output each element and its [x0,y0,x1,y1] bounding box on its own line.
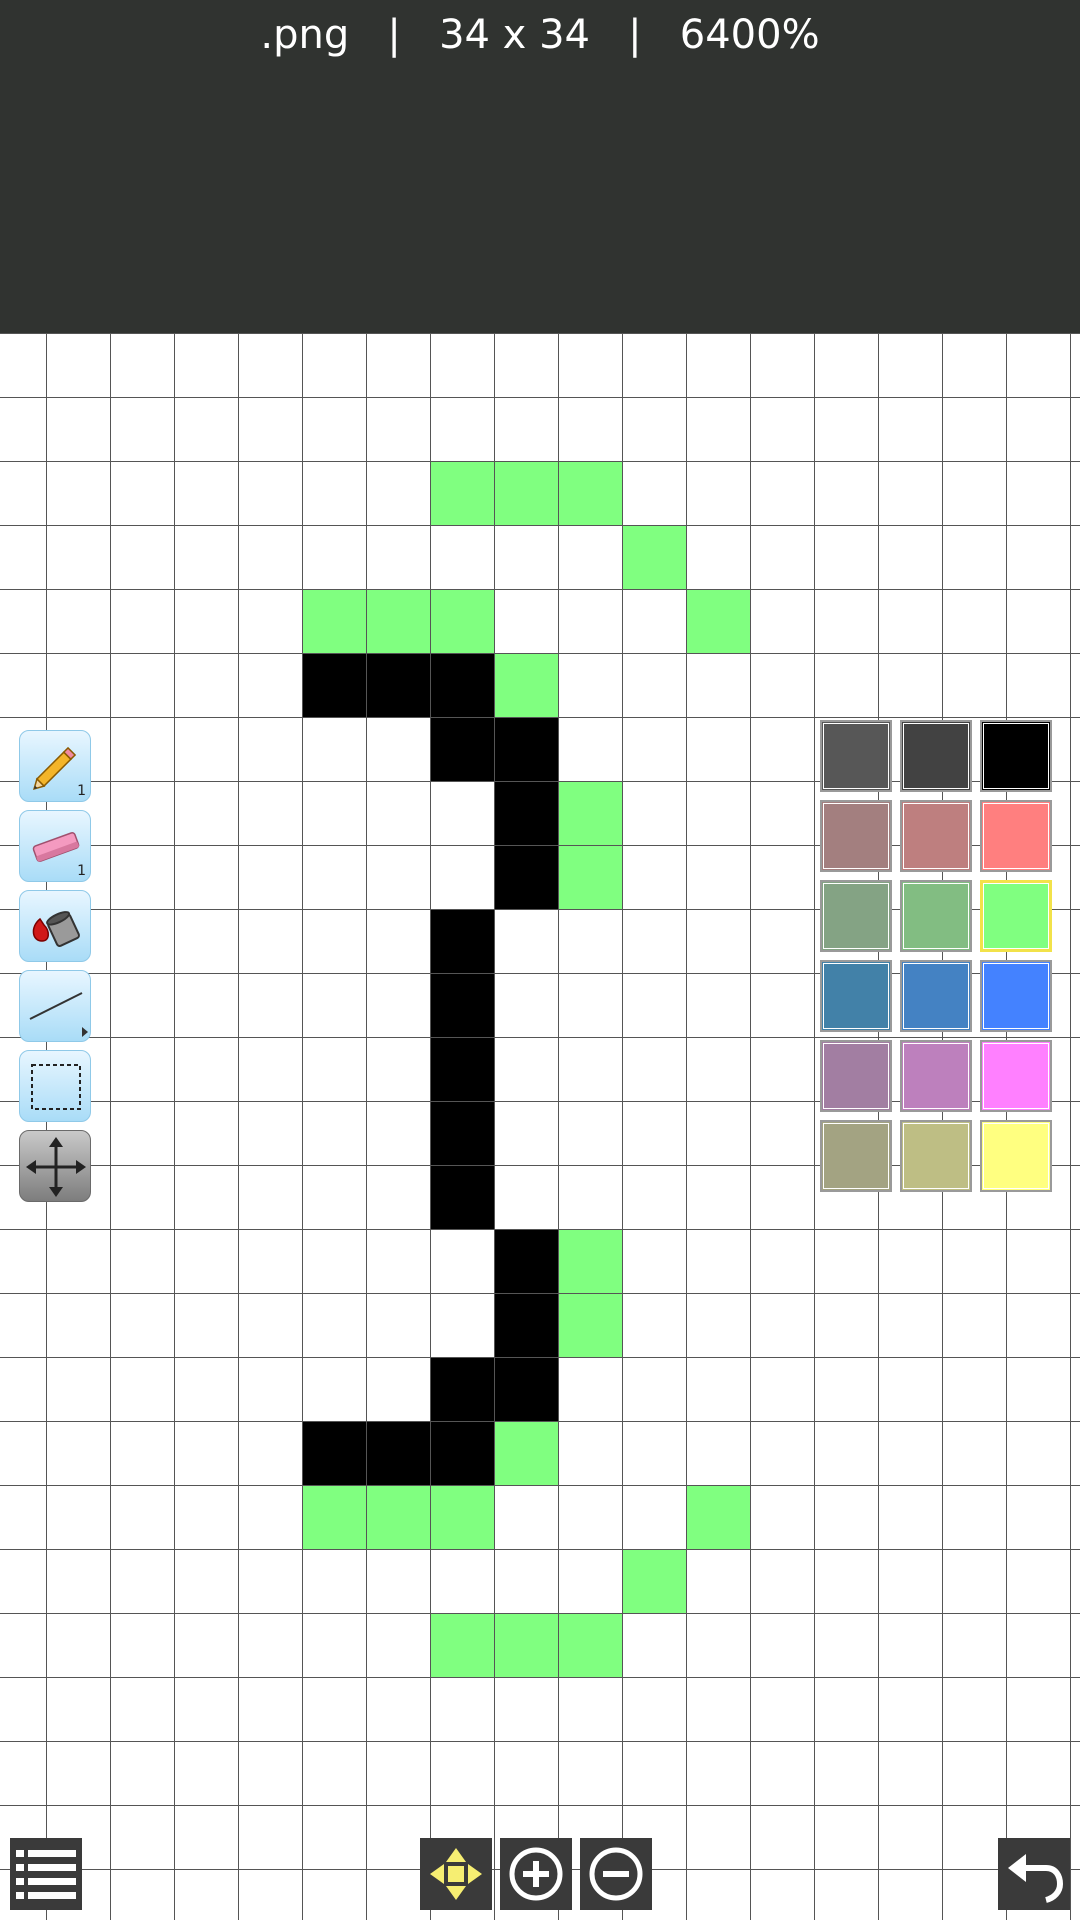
black-pixel[interactable] [494,717,558,781]
pan-arrows-icon [430,1848,482,1900]
top-bar: .png | 34 x 34 | 6400% [0,0,1080,333]
selection-rect-icon [31,1064,81,1110]
black-pixel[interactable] [430,973,494,1037]
color-swatch[interactable] [900,1120,972,1192]
green-pixel[interactable] [494,461,558,525]
green-pixel[interactable] [366,1485,430,1549]
undo-icon [1008,1854,1064,1903]
color-swatch[interactable] [980,1040,1052,1112]
black-pixel[interactable] [494,781,558,845]
black-pixel[interactable] [430,1101,494,1165]
menu-button[interactable] [10,1838,82,1910]
green-pixel[interactable] [558,781,622,845]
green-pixel[interactable] [430,461,494,525]
paint-bucket-icon [32,911,80,947]
green-pixel[interactable] [686,589,750,653]
black-pixel[interactable] [366,1421,430,1485]
green-pixel[interactable] [494,1421,558,1485]
green-pixel[interactable] [302,589,366,653]
line-icon [29,992,88,1037]
color-swatch[interactable] [980,720,1052,792]
green-pixel[interactable] [622,1549,686,1613]
black-pixel[interactable] [302,1421,366,1485]
move-tool-button[interactable] [19,1130,91,1202]
pencil-size-badge: 1 [77,783,86,799]
black-pixel[interactable] [366,653,430,717]
undo-button[interactable] [998,1838,1070,1910]
pencil-tool-button[interactable]: 1 [19,730,91,802]
eraser-size-badge: 1 [77,863,86,879]
color-swatch[interactable] [820,880,892,952]
black-pixel[interactable] [430,653,494,717]
color-swatch[interactable] [820,720,892,792]
color-swatch[interactable] [820,800,892,872]
green-pixel[interactable] [430,1485,494,1549]
pan-button[interactable] [420,1838,492,1910]
title-separator: | [628,12,642,58]
color-swatch[interactable] [900,800,972,872]
black-pixel[interactable] [430,1421,494,1485]
black-pixel[interactable] [302,653,366,717]
black-pixel[interactable] [430,1165,494,1229]
color-swatch[interactable] [980,1120,1052,1192]
fill-tool-button[interactable] [19,890,91,962]
zoom-in-button[interactable] [500,1838,572,1910]
zoom-level: 6400% [679,12,820,58]
select-tool-button[interactable] [19,1050,91,1122]
line-tool-button[interactable] [19,970,91,1042]
eraser-tool-button[interactable]: 1 [19,810,91,882]
canvas-size: 34 x 34 [439,12,590,58]
green-pixel[interactable] [558,1229,622,1293]
list-menu-icon [16,1850,76,1899]
black-pixel[interactable] [494,1357,558,1421]
green-pixel[interactable] [622,525,686,589]
color-swatch[interactable] [980,960,1052,1032]
green-pixel[interactable] [558,461,622,525]
zoom-in-icon [509,1847,563,1901]
green-pixel[interactable] [494,1613,558,1677]
move-arrows-icon [26,1137,86,1197]
green-pixel[interactable] [494,653,558,717]
color-palette [820,720,1060,1200]
green-pixel[interactable] [558,845,622,909]
black-pixel[interactable] [430,717,494,781]
color-swatch[interactable] [820,1040,892,1112]
zoom-out-button[interactable] [580,1838,652,1910]
black-pixel[interactable] [494,1293,558,1357]
color-swatch[interactable] [900,1040,972,1112]
green-pixel[interactable] [686,1485,750,1549]
black-pixel[interactable] [494,845,558,909]
green-pixel[interactable] [430,1613,494,1677]
color-swatch[interactable] [980,800,1052,872]
title-separator: | [387,12,401,58]
file-info-title: .png | 34 x 34 | 6400% [0,10,1080,60]
zoom-out-icon [589,1847,643,1901]
color-swatch[interactable] [900,960,972,1032]
black-pixel[interactable] [430,1357,494,1421]
color-swatch[interactable] [820,960,892,1032]
color-swatch[interactable] [900,880,972,952]
color-swatch[interactable] [900,720,972,792]
green-pixel[interactable] [558,1293,622,1357]
green-pixel[interactable] [430,589,494,653]
green-pixel[interactable] [302,1485,366,1549]
green-pixel[interactable] [366,589,430,653]
color-swatch[interactable] [820,1120,892,1192]
black-pixel[interactable] [430,909,494,973]
black-pixel[interactable] [430,1037,494,1101]
color-swatch[interactable] [980,880,1052,952]
green-pixel[interactable] [558,1613,622,1677]
file-name: .png [260,12,350,58]
black-pixel[interactable] [494,1229,558,1293]
